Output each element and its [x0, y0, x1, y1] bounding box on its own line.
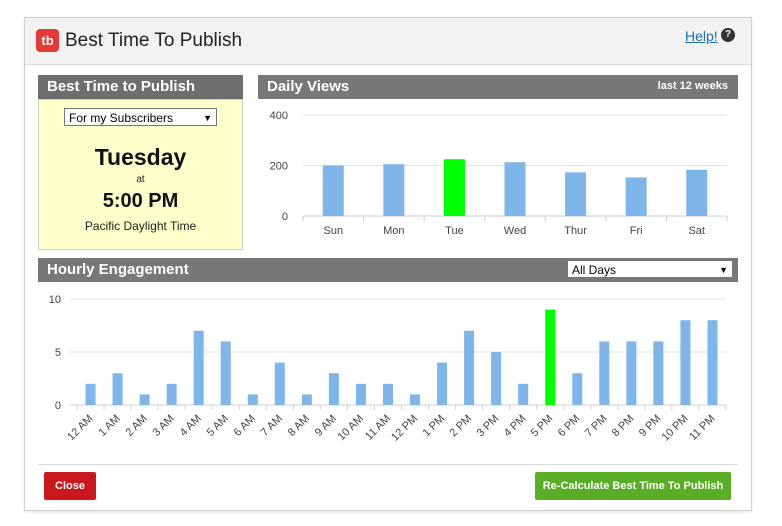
recalculate-button[interactable]: Re-Calculate Best Time To Publish — [535, 472, 731, 500]
x-tick-label: 4 AM — [178, 413, 204, 439]
x-tick-label: 4 PM — [502, 413, 529, 440]
x-tick-label: 6 AM — [232, 413, 258, 439]
x-tick-label: 1 PM — [421, 413, 448, 440]
bar-12-am — [85, 383, 96, 405]
bar-8-am — [301, 394, 312, 405]
bar-10-pm — [680, 320, 691, 405]
bar-4-pm — [518, 383, 529, 405]
bar-8-pm — [626, 341, 637, 405]
footer-divider — [38, 464, 738, 465]
bar-7-am — [274, 362, 285, 405]
bar-11-pm — [707, 320, 718, 405]
x-tick-label: 10 PM — [660, 413, 691, 444]
x-tick-label: 6 PM — [556, 413, 583, 440]
best-time-dialog: tb Best Time To Publish Help! ? Best Tim… — [24, 17, 752, 511]
x-tick-label: 5 AM — [205, 413, 231, 439]
bar-5-am — [220, 341, 231, 405]
x-tick-label: 2 PM — [448, 413, 475, 440]
x-tick-label: 3 AM — [151, 413, 177, 439]
x-tick-label: 1 AM — [96, 413, 122, 439]
bar-6-am — [247, 394, 258, 405]
bar-6-pm — [572, 373, 583, 405]
bar-4-am — [193, 330, 204, 405]
x-tick-label: 12 AM — [65, 413, 96, 444]
bar-9-pm — [653, 341, 664, 405]
x-tick-label: 5 PM — [529, 413, 556, 440]
bar-3-pm — [491, 352, 502, 405]
x-tick-label: 3 PM — [475, 413, 502, 440]
close-button[interactable]: Close — [44, 472, 96, 500]
x-tick-label: 10 AM — [336, 413, 367, 444]
x-tick-label: 7 AM — [259, 413, 285, 439]
bar-1-pm — [437, 362, 448, 405]
bar-3-am — [166, 383, 177, 405]
bar-5-pm — [545, 309, 556, 405]
bar-2-am — [139, 394, 150, 405]
x-tick-label: 8 PM — [610, 413, 637, 440]
x-tick-label: 11 PM — [687, 413, 717, 443]
x-tick-label: 2 AM — [124, 413, 150, 439]
bar-9-am — [328, 373, 339, 405]
x-tick-label: 12 PM — [389, 413, 420, 444]
x-tick-label: 11 AM — [363, 413, 393, 443]
bar-1-am — [112, 373, 123, 405]
x-tick-label: 8 AM — [286, 413, 312, 439]
x-tick-label: 7 PM — [583, 413, 610, 440]
bar-12-pm — [410, 394, 421, 405]
bar-11-am — [382, 383, 393, 405]
bar-7-pm — [599, 341, 610, 405]
y-tick-label: 0 — [55, 400, 61, 412]
bar-2-pm — [464, 330, 475, 405]
y-tick-label: 5 — [55, 347, 61, 359]
bar-10-am — [355, 383, 366, 405]
hourly-engagement-chart: 0 5 10 12 AM 1 AM 2 AM 3 AM 4 AM 5 AM 6 AM 7 AM 8 A… — [49, 294, 727, 444]
y-tick-label: 10 — [49, 294, 61, 306]
